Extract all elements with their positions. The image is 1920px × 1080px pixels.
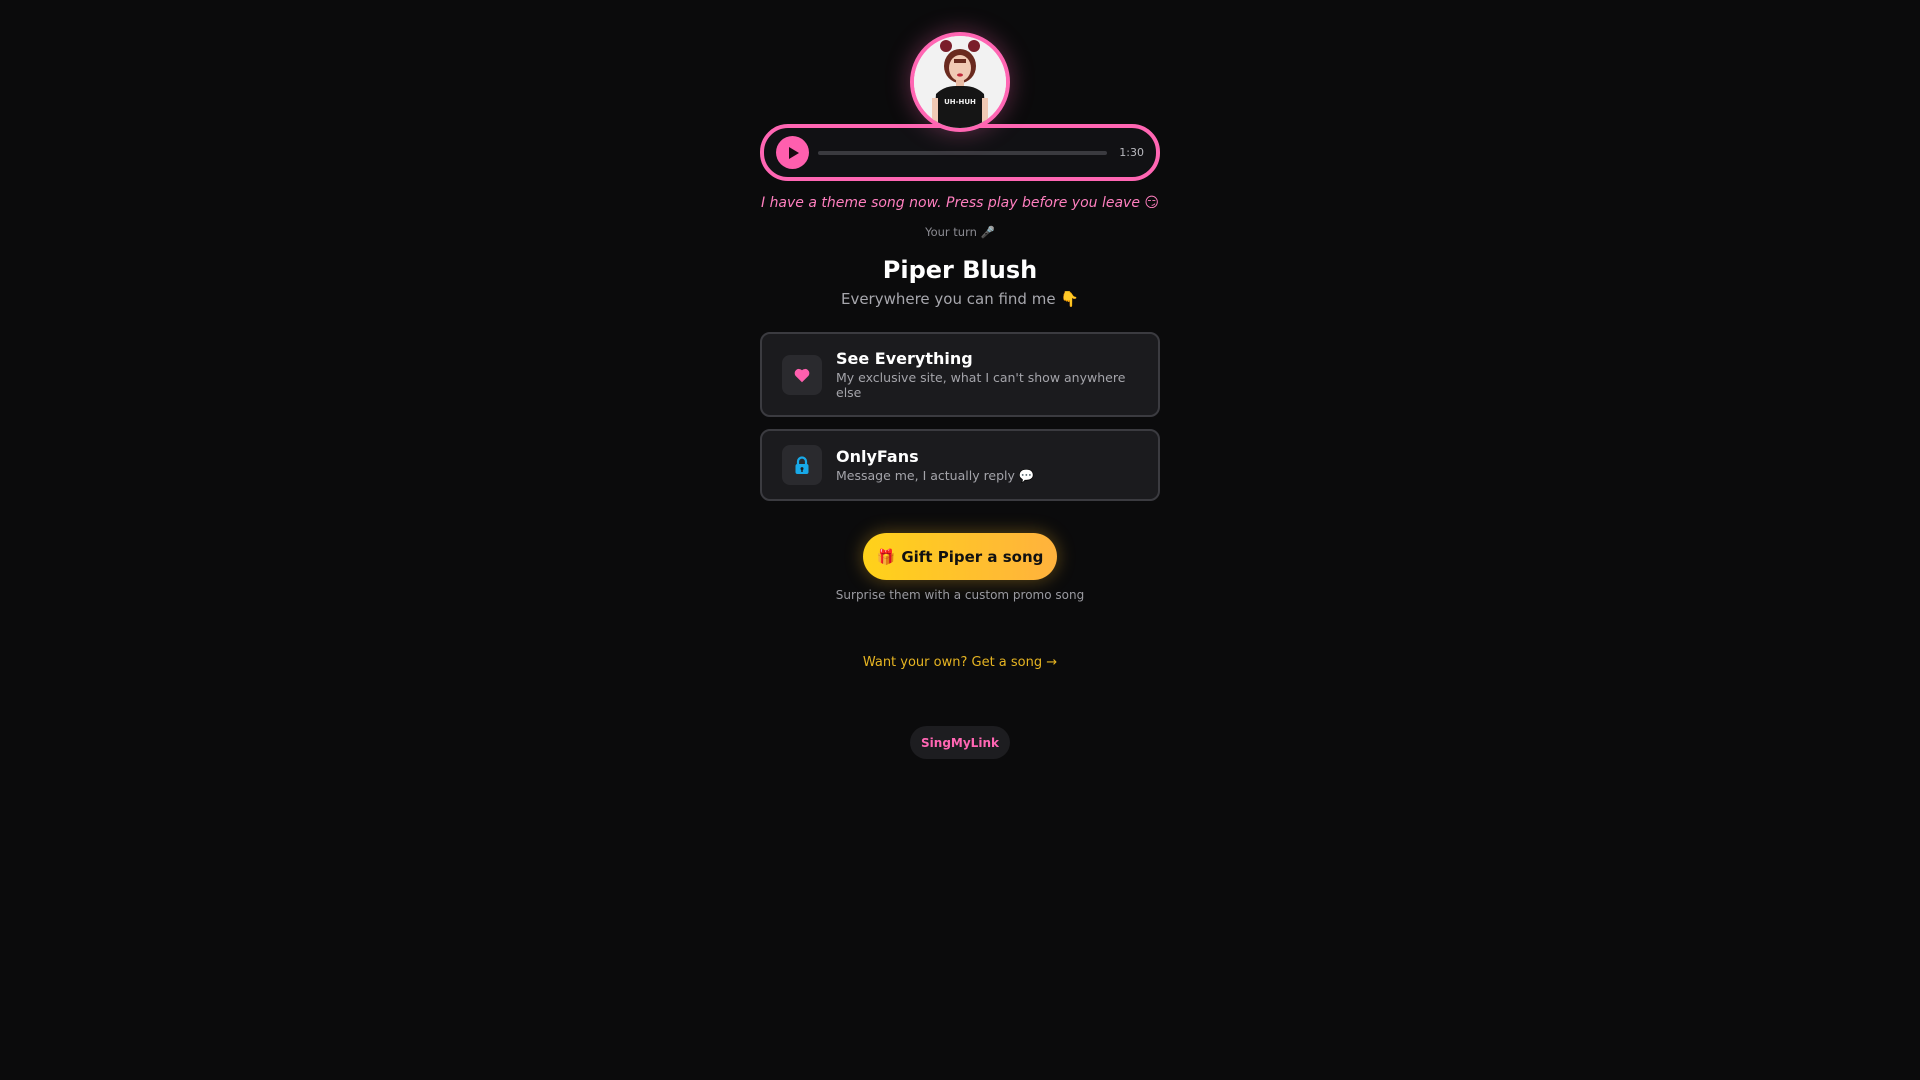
- duration-label: 1:30: [1119, 146, 1144, 159]
- profile-subtitle: Everywhere you can find me 👇: [840, 290, 1080, 308]
- link-card-onlyfans[interactable]: OnlyFans Message me, I actually reply 💬: [760, 429, 1160, 501]
- play-icon: [788, 146, 799, 159]
- profile-column: 1:30 UH-HUH I have a theme song now. Pre…: [760, 0, 1160, 780]
- avatar-image: UH-HUH: [914, 36, 1006, 128]
- link-title: OnlyFans: [836, 447, 919, 466]
- svg-text:UH-HUH: UH-HUH: [944, 98, 976, 106]
- play-button[interactable]: [776, 136, 809, 169]
- link-title: See Everything: [836, 349, 973, 368]
- gift-subtext: Surprise them with a custom promo song: [835, 588, 1085, 602]
- gift-song-button[interactable]: 🎁 Gift Piper a song: [863, 533, 1057, 580]
- link-card-see-everything[interactable]: See Everything My exclusive site, what I…: [760, 332, 1160, 417]
- get-song-link[interactable]: Want your own? Get a song →: [760, 655, 1160, 670]
- link-description: Message me, I actually reply 💬: [836, 468, 1035, 483]
- heart-icon: [782, 354, 822, 395]
- link-description: My exclusive site, what I can't show any…: [836, 370, 1126, 400]
- gift-icon: 🎁: [876, 547, 896, 566]
- audio-player: 1:30: [760, 124, 1160, 181]
- brand-badge[interactable]: SingMyLink: [910, 726, 1010, 759]
- progress-track[interactable]: [818, 150, 1108, 155]
- profile-name: Piper Blush: [882, 256, 1038, 284]
- lock-icon: [782, 445, 822, 485]
- tagline: I have a theme song now. Press play befo…: [760, 195, 1159, 211]
- page: 1:30 UH-HUH I have a theme song now. Pre…: [0, 0, 1920, 1080]
- avatar: UH-HUH: [910, 32, 1010, 132]
- your-turn-label: Your turn 🎤: [925, 225, 995, 239]
- gift-button-label: Gift Piper a song: [901, 547, 1044, 566]
